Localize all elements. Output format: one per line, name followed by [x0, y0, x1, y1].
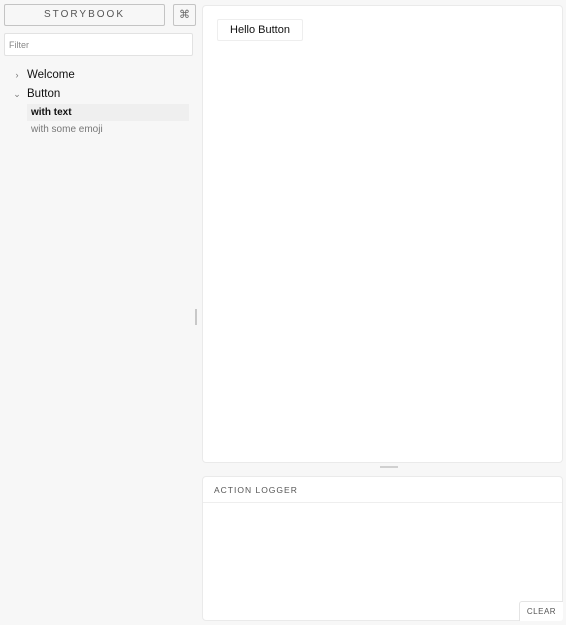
story-with-text[interactable]: with text: [27, 104, 189, 121]
chevron-right-icon: ›: [15, 70, 19, 80]
kind-button[interactable]: ⌄ Button: [0, 85, 196, 104]
filter-input[interactable]: [4, 33, 193, 56]
kind-label: Button: [27, 88, 61, 100]
story-with-some-emoji[interactable]: with some emoji: [27, 121, 189, 138]
chevron-down-icon: ⌄: [13, 89, 21, 99]
sidebar: STORYBOOK ⌘ › Welcome ⌄ Button with text…: [0, 0, 196, 625]
brand-row: STORYBOOK ⌘: [4, 4, 196, 26]
kind-welcome[interactable]: › Welcome: [0, 66, 196, 85]
shortcuts-command-icon[interactable]: ⌘: [173, 4, 196, 26]
panel-resize-handle[interactable]: [380, 466, 398, 468]
kind-label: Welcome: [27, 69, 75, 81]
clear-button[interactable]: CLEAR: [519, 601, 563, 621]
preview-panel: Hello Button: [202, 5, 563, 463]
storybook-brand-button[interactable]: STORYBOOK: [4, 4, 165, 26]
action-logger-panel: ACTION LOGGER CLEAR: [202, 476, 563, 621]
action-logger-title[interactable]: ACTION LOGGER: [203, 477, 562, 503]
hello-button[interactable]: Hello Button: [217, 19, 303, 41]
stories-tree: › Welcome ⌄ Button with text with some e…: [0, 66, 196, 138]
sidebar-resize-handle[interactable]: [195, 309, 197, 325]
